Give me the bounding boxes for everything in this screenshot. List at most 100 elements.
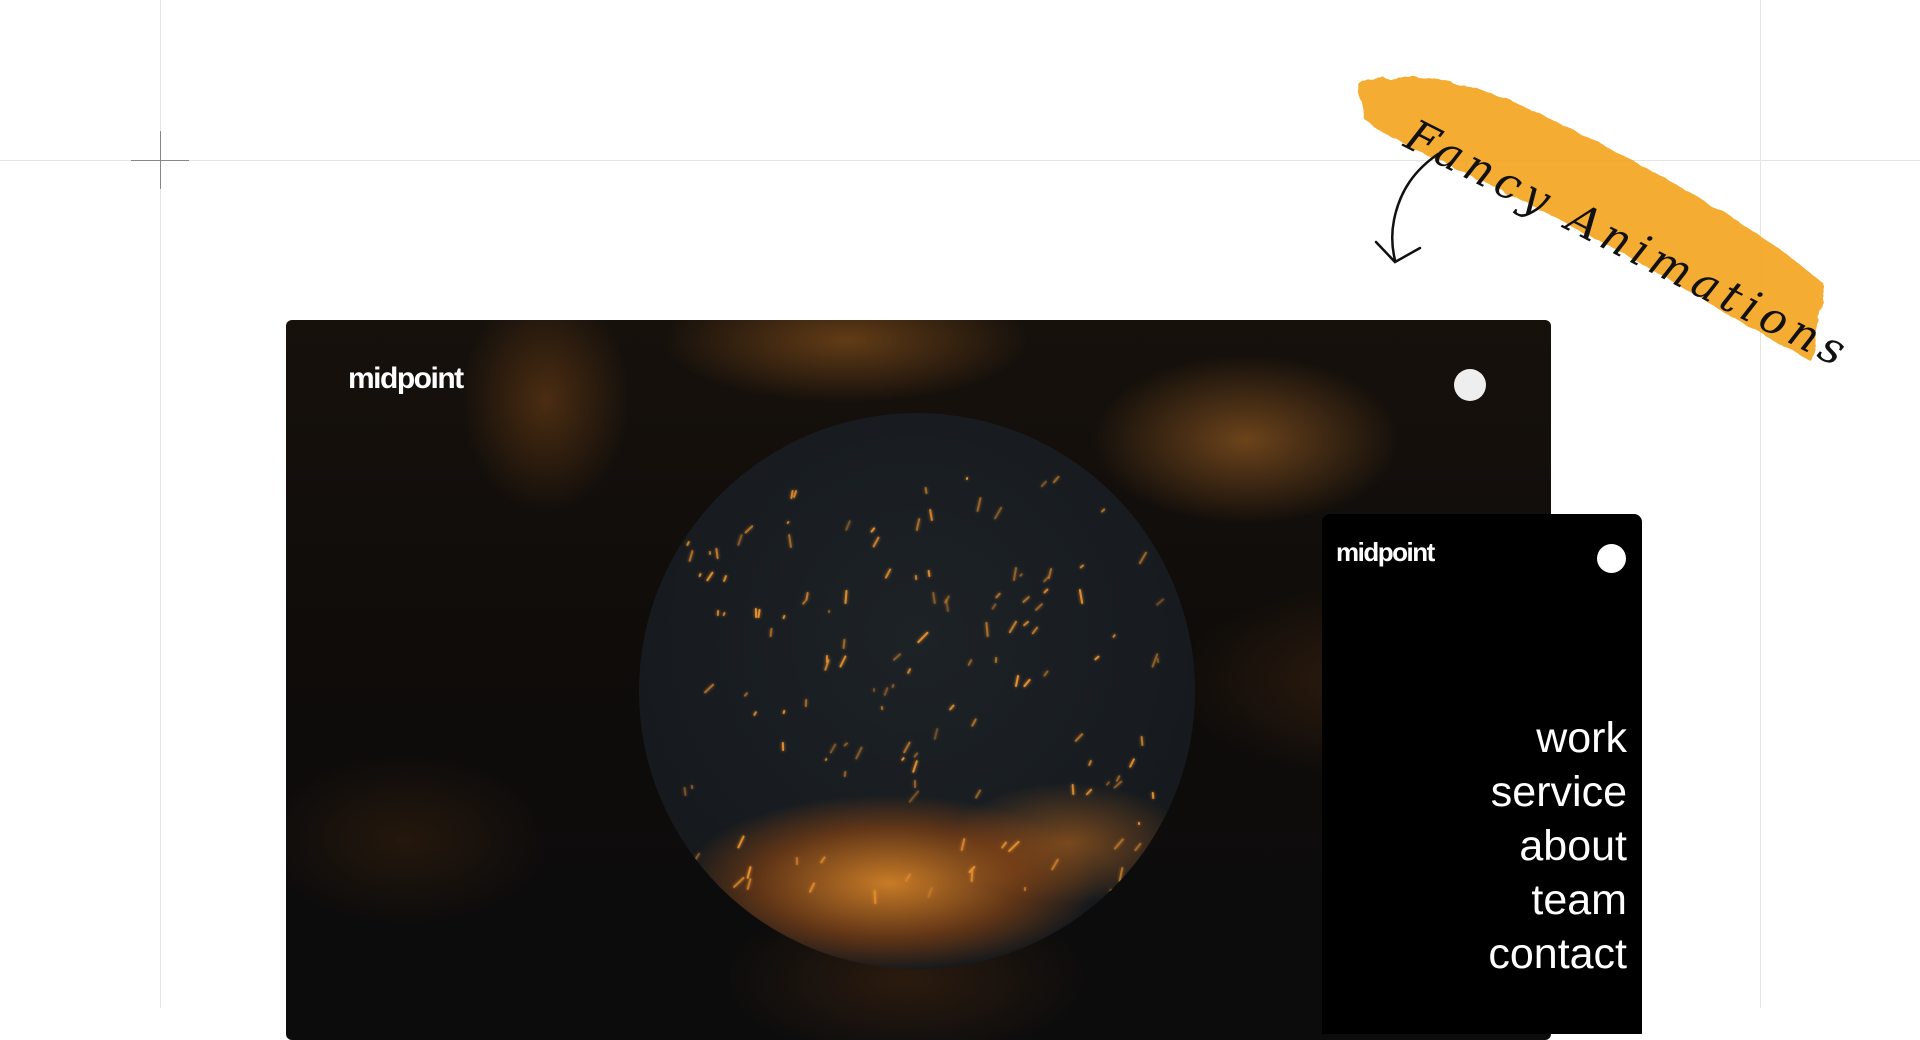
- spark-particle: [929, 508, 934, 521]
- spark-particle: [782, 614, 786, 620]
- spark-particle: [960, 838, 966, 852]
- spark-particle: [1111, 633, 1117, 639]
- spark-particle: [1144, 510, 1151, 524]
- spark-particle: [733, 876, 746, 889]
- spark-particle: [722, 611, 726, 617]
- spark-particle: [976, 496, 983, 512]
- spark-particle: [1023, 887, 1027, 892]
- spark-particle: [967, 658, 973, 666]
- spark-particle: [785, 521, 790, 525]
- crosshair-marker-icon: [131, 131, 189, 189]
- spark-particle: [1134, 842, 1142, 852]
- spark-particle: [994, 657, 997, 664]
- spark-particle: [782, 709, 786, 714]
- spark-particle: [1034, 603, 1044, 612]
- spark-particle: [781, 742, 784, 752]
- spark-particle: [736, 533, 743, 546]
- spark-particle: [1078, 588, 1084, 604]
- spark-particle: [827, 609, 831, 614]
- spark-particle: [743, 691, 749, 697]
- spark-particle: [914, 574, 918, 580]
- spark-particle: [927, 569, 931, 577]
- spark-particle: [845, 520, 852, 532]
- spark-particle: [723, 575, 728, 583]
- spark-particle: [1094, 654, 1101, 661]
- spark-particle: [689, 517, 696, 524]
- spark-particle: [1154, 846, 1160, 853]
- spark-particle: [839, 655, 847, 668]
- spark-particle: [949, 703, 956, 711]
- spark-particle: [874, 889, 877, 904]
- spark-particle: [1155, 597, 1165, 606]
- spark-particle: [1022, 595, 1031, 604]
- spark-particle: [933, 728, 939, 741]
- spark-particle: [966, 476, 969, 481]
- spark-particle: [805, 699, 808, 708]
- spark-particle: [1113, 838, 1125, 851]
- spark-particle: [1018, 573, 1024, 578]
- spark-particle: [1014, 675, 1020, 688]
- spark-particle: [915, 517, 921, 532]
- spark-particle: [746, 865, 752, 879]
- spark-particle: [1050, 858, 1059, 871]
- spark-particle: [881, 706, 884, 711]
- spark-particle: [870, 526, 876, 533]
- spark-particle: [716, 610, 719, 616]
- spark-particle: [904, 873, 912, 883]
- spark-particle: [1128, 758, 1135, 769]
- spark-particle: [843, 742, 849, 747]
- spark-particle: [705, 571, 714, 582]
- spark-particle: [1043, 587, 1049, 594]
- spark-particle: [805, 592, 810, 602]
- spark-particle: [970, 869, 973, 882]
- spark-particle: [971, 717, 978, 727]
- spark-particle: [1137, 821, 1140, 825]
- spark-particle: [824, 757, 829, 762]
- spark-particle: [1031, 626, 1039, 635]
- spark-particle: [808, 881, 816, 893]
- spark-particle: [688, 550, 694, 563]
- spark-particle: [1100, 507, 1106, 513]
- spark-particle: [744, 524, 755, 534]
- spark-particle: [769, 628, 773, 638]
- mobile-logo[interactable]: midpoint: [1336, 537, 1435, 568]
- spark-particle: [1022, 620, 1029, 627]
- spark-particle: [1124, 480, 1128, 488]
- spark-particle: [843, 770, 847, 778]
- spark-particle: [829, 743, 837, 754]
- mobile-menu-toggle-icon[interactable]: [1597, 544, 1626, 573]
- spark-particle: [1012, 567, 1017, 582]
- spark-particle: [709, 550, 712, 556]
- spark-particle: [900, 756, 905, 761]
- spark-particle: [757, 608, 761, 619]
- spark-particle: [892, 653, 902, 662]
- nav-item-about[interactable]: about: [1488, 819, 1627, 873]
- desktop-logo[interactable]: midpoint: [348, 362, 464, 396]
- nav-item-work[interactable]: work: [1488, 711, 1627, 765]
- nav-item-service[interactable]: service: [1488, 765, 1627, 819]
- spark-particle: [926, 887, 933, 899]
- spark-particle: [683, 787, 687, 797]
- spark-particle: [1138, 551, 1147, 565]
- spark-particle: [902, 741, 911, 754]
- spark-particle: [698, 572, 702, 578]
- spark-particle: [924, 486, 928, 494]
- spark-particle: [1052, 475, 1061, 485]
- spark-particle: [754, 607, 757, 618]
- spark-particle: [884, 567, 892, 579]
- spark-particle: [1008, 620, 1018, 634]
- nav-item-contact[interactable]: contact: [1488, 927, 1627, 981]
- spark-particle: [1071, 784, 1075, 796]
- spark-particle: [883, 686, 889, 697]
- spark-particle: [788, 534, 793, 548]
- spark-particle: [994, 592, 1002, 599]
- spark-particle: [1151, 792, 1154, 800]
- spark-particle: [906, 667, 912, 675]
- mobile-mockup: midpoint work service about team contact: [1322, 514, 1642, 1034]
- spark-particle: [913, 780, 916, 789]
- spark-particle: [1047, 568, 1053, 580]
- spark-particle: [908, 789, 920, 803]
- spark-particle: [1085, 788, 1093, 796]
- nav-item-team[interactable]: team: [1488, 873, 1627, 927]
- spark-particle: [842, 638, 846, 649]
